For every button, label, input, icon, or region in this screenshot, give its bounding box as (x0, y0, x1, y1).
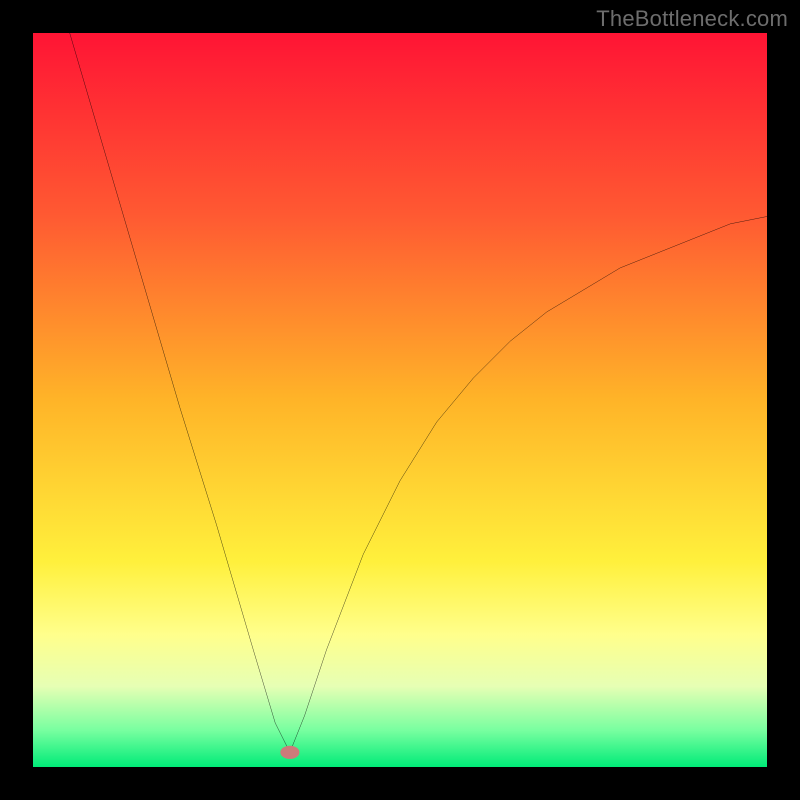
curve-layer (33, 33, 767, 767)
curve-left (70, 33, 290, 752)
watermark-text: TheBottleneck.com (596, 6, 788, 32)
chart-frame: TheBottleneck.com (0, 0, 800, 800)
plot-area (33, 33, 767, 767)
vertex-marker (280, 746, 299, 759)
curve-right (290, 217, 767, 753)
